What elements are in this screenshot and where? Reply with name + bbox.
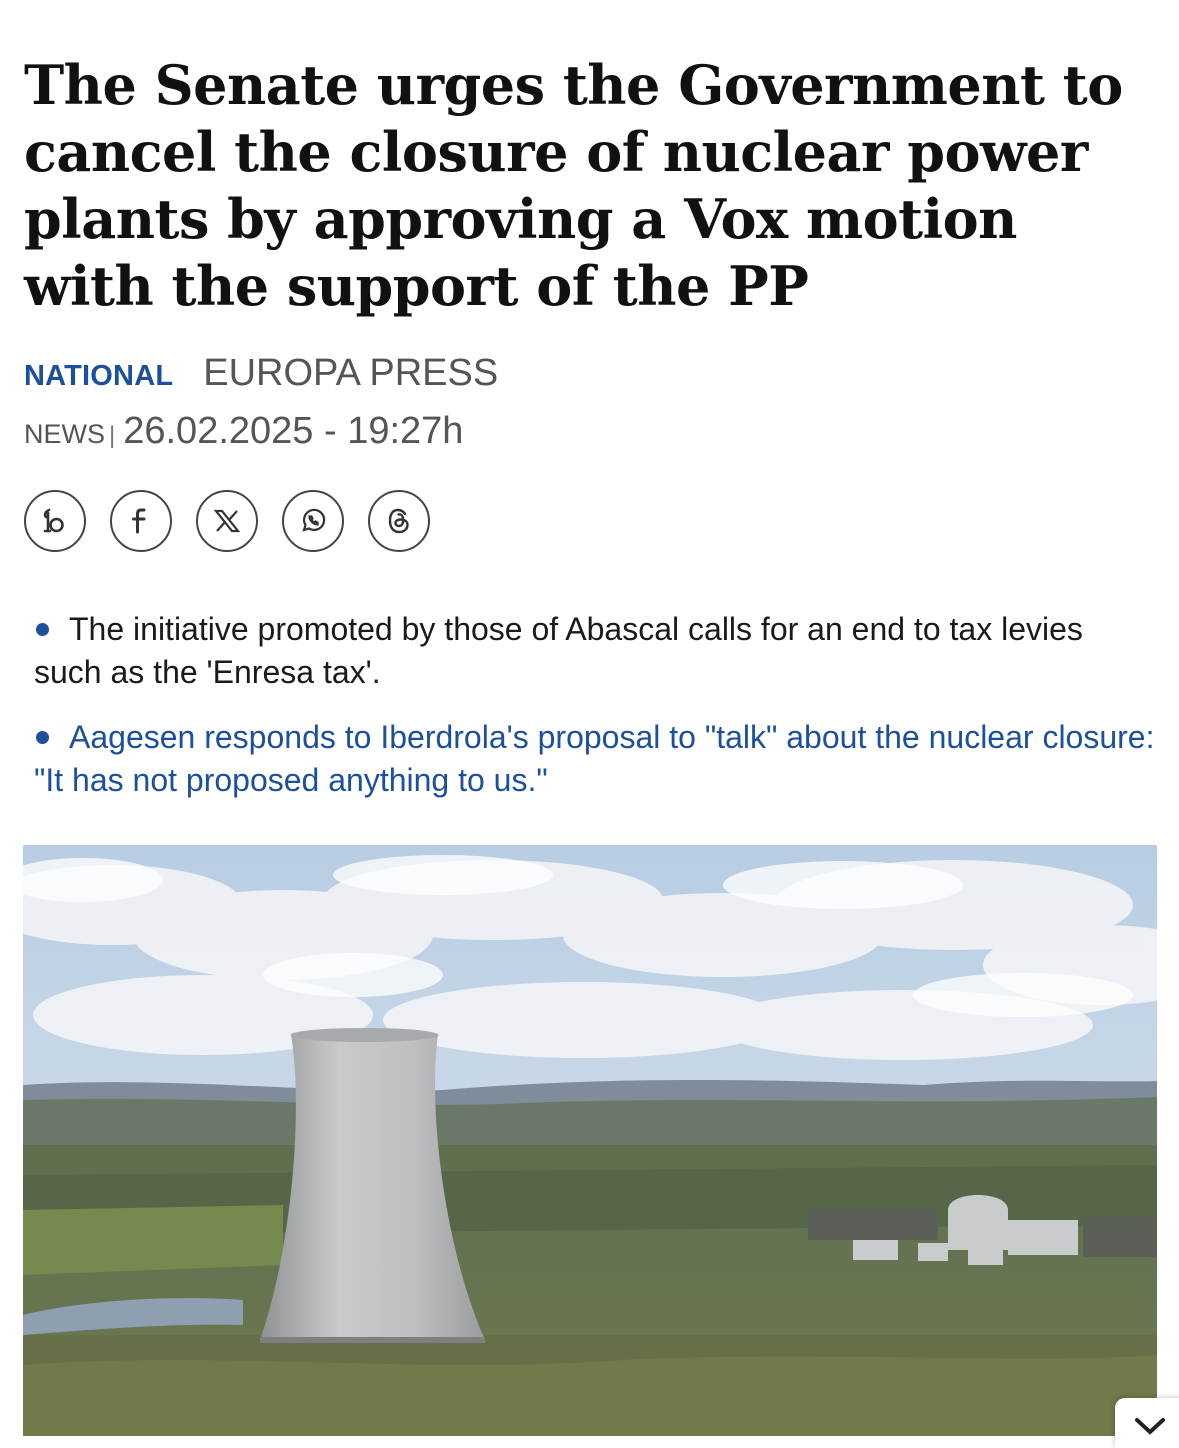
article-type: NEWS	[24, 419, 105, 449]
article-source: EUROPA PRESS	[203, 352, 499, 394]
article-headline: The Senate urges the Government to cance…	[24, 53, 1123, 318]
chevron-down-icon	[1135, 1418, 1165, 1435]
bullet-dot	[36, 622, 49, 636]
facebook-icon	[132, 508, 146, 534]
threads-share-button[interactable]	[368, 490, 430, 552]
article-photo	[23, 845, 1157, 1436]
section-link[interactable]: NATIONAL	[24, 360, 173, 393]
close-ad-button[interactable]	[1115, 1398, 1179, 1448]
summary-bullet-text: The initiative promoted by those of Abas…	[34, 611, 1083, 690]
whatsapp-share-button[interactable]	[282, 490, 344, 552]
facebook-share-button[interactable]	[110, 490, 172, 552]
bullet-dot	[36, 730, 49, 744]
article-summary: The initiative promoted by those of Abas…	[34, 608, 1159, 824]
threads-icon	[388, 508, 409, 534]
dateline-separator: |	[109, 422, 116, 449]
related-article-link-text[interactable]: Aagesen responds to Iberdrola's proposal…	[34, 719, 1154, 798]
bluesky-share-button[interactable]	[24, 490, 86, 552]
whatsapp-icon	[302, 508, 326, 532]
article-meta: NATIONAL EUROPA PRESS	[24, 352, 498, 395]
bluesky-icon	[43, 508, 64, 533]
x-icon	[213, 509, 241, 533]
related-article-link[interactable]: Aagesen responds to Iberdrola's proposal…	[34, 716, 1159, 802]
share-bar	[24, 490, 430, 552]
article-datetime: 26.02.2025 - 19:27h	[123, 410, 464, 452]
article-dateline: NEWS | 26.02.2025 - 19:27h	[24, 410, 463, 453]
x-share-button[interactable]	[196, 490, 258, 552]
summary-bullet: The initiative promoted by those of Abas…	[34, 608, 1159, 694]
